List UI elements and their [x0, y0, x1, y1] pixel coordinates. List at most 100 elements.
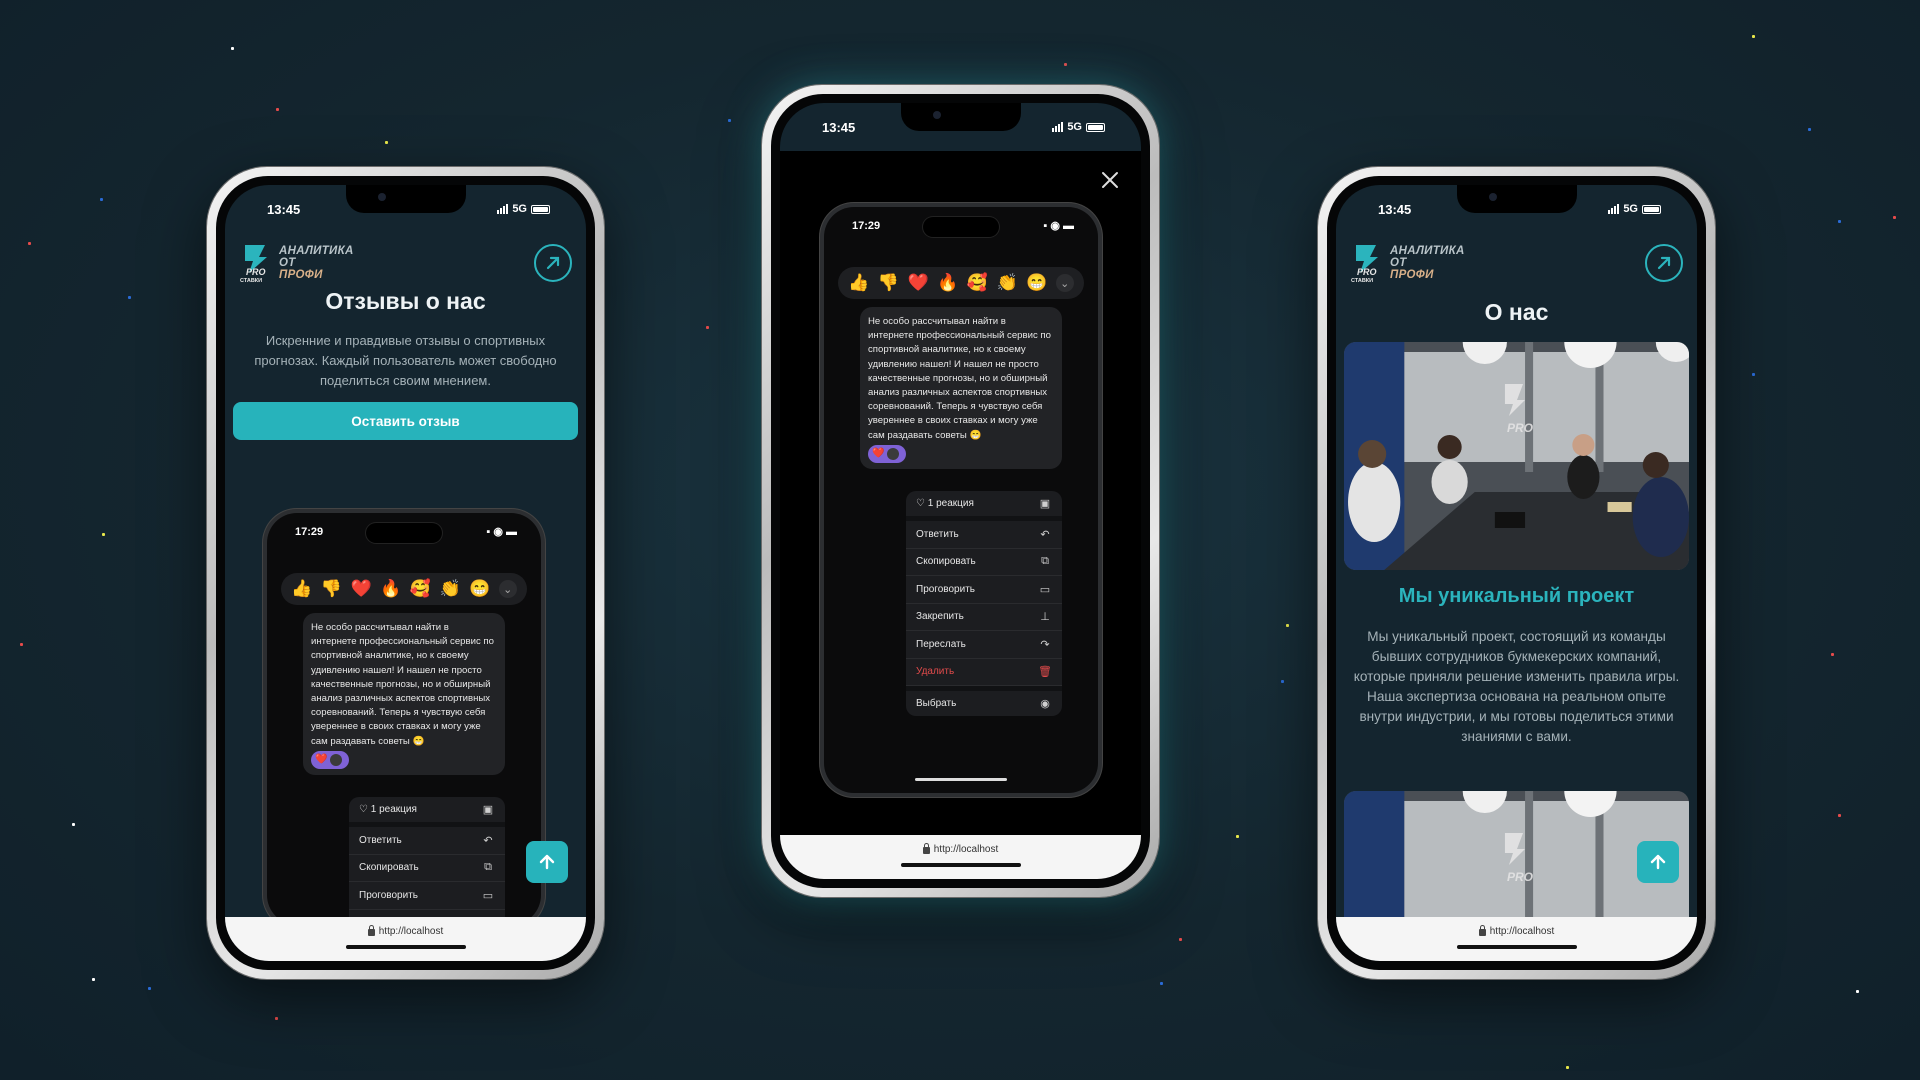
svg-text:СТАВКИ: СТАВКИ — [240, 278, 262, 283]
menu-item-pin[interactable]: Закрепить⊥ — [906, 604, 1062, 631]
copy-icon: ⧉ — [484, 861, 492, 874]
pin-icon: ⊥ — [1040, 611, 1050, 624]
menu-item-reactions[interactable]: ♡ 1 реакция ▣ — [906, 491, 1062, 521]
svg-text:PRO: PRO — [1357, 267, 1377, 277]
arrow-up-right-icon — [546, 256, 560, 270]
external-link-button[interactable] — [1645, 244, 1683, 282]
svg-text:PRO: PRO — [246, 267, 266, 277]
team-office-photo: PRO — [1344, 342, 1689, 570]
url-text: http://localhost — [378, 926, 444, 937]
signal-icon — [497, 204, 509, 214]
scroll-to-top-button[interactable] — [526, 841, 568, 883]
about-screen: 13:45 5G PRO СТАВКИ АНАЛИТИКА ОТ ПРОФИ О… — [1336, 185, 1697, 961]
chevron-down-icon[interactable]: ⌄ — [1055, 274, 1074, 292]
site-logo[interactable]: PRO СТАВКИ АНАЛИТИКА ОТ ПРОФИ — [1350, 243, 1465, 284]
logo-text: АНАЛИТИКА ОТ ПРОФИ — [1390, 245, 1465, 281]
arrow-up-icon — [539, 854, 555, 870]
browser-address-bar[interactable]: http://localhost — [225, 917, 586, 961]
thumbs-down-icon[interactable]: 👎 — [878, 273, 899, 293]
reply-icon: ↶ — [483, 834, 493, 847]
forward-icon: ↷ — [1040, 638, 1050, 651]
image-viewer-screen: 13:45 5G 17:29 ▪︎ ◉ ▬ 👍 👎 ❤️ 🔥 🥰 👏 😁 ⌄ Н… — [780, 103, 1141, 879]
menu-item-select[interactable]: Выбрать ◉ — [906, 686, 1062, 716]
arrow-up-icon — [1650, 854, 1666, 870]
review-message-text: Не особо рассчитывал найти в интернете п… — [311, 622, 494, 747]
review-screenshot-mockup: 17:29 ▪︎ ◉ ▬ 👍 👎 ❤️ 🔥 🥰 👏 😁 ⌄ Не особо ра… — [263, 509, 545, 929]
context-menu: ♡ 1 реакция ▣ Ответить ↶ Скопировать ⧉ Прог… — [906, 491, 1062, 716]
reaction-picker[interactable]: 👍 👎 ❤️ 🔥 🥰 👏 😁 ⌄ — [281, 573, 527, 605]
menu-item-reply[interactable]: Ответить ↶ — [906, 521, 1062, 549]
review-screenshot-fullsize: 17:29 ▪︎ ◉ ▬ 👍 👎 ❤️ 🔥 🥰 👏 😁 ⌄ Не особо ра… — [820, 203, 1102, 797]
thumbs-up-icon[interactable]: 👍 — [848, 273, 869, 293]
svg-text:PRO: PRO — [1507, 421, 1534, 435]
page-title: О нас — [1484, 299, 1549, 325]
status-time: 13:45 — [267, 201, 301, 217]
menu-item-forward[interactable]: Переслать ↷ — [906, 631, 1062, 659]
speak-icon: ▭ — [482, 889, 494, 902]
logo-text: АНАЛИТИКА ОТ ПРОФИ — [279, 245, 354, 281]
menu-item-speak[interactable]: Проговорить ▭ — [906, 576, 1062, 604]
lock-icon — [367, 925, 375, 936]
phone-left: 13:45 5G PRO СТАВКИ АНАЛИТИКА ОТ ПРОФИ О… — [207, 167, 604, 979]
grin-icon[interactable]: 😁 — [1026, 273, 1047, 293]
context-menu: ♡ 1 реакция ▣ Ответить ↶ Скопировать ⧉ Прог… — [349, 797, 505, 925]
menu-item-copy[interactable]: Скопировать ⧉ — [906, 549, 1062, 576]
fire-icon[interactable]: 🔥 — [380, 579, 401, 599]
page-title: Отзывы о нас — [325, 288, 486, 314]
battery-icon — [1086, 122, 1105, 132]
browser-address-bar[interactable]: http://localhost — [1336, 917, 1697, 961]
page-description: Искренние и правдивые отзывы о спортивны… — [254, 333, 557, 388]
chevron-down-icon[interactable]: ⌄ — [498, 580, 517, 598]
reply-icon: ↶ — [1040, 528, 1050, 541]
check-circle-icon: ◉ — [1040, 698, 1050, 710]
clap-icon[interactable]: 👏 — [996, 273, 1017, 293]
heart-icon[interactable]: ❤️ — [351, 579, 372, 599]
signal-icon — [1052, 122, 1064, 132]
review-message-bubble: Не особо рассчитывал найти в интернете п… — [860, 307, 1062, 469]
love-face-icon[interactable]: 🥰 — [967, 273, 988, 293]
about-description: Мы уникальный проект, состоящий из коман… — [1353, 629, 1680, 744]
copy-icon: ⧉ — [1041, 555, 1049, 568]
phone-notch — [345, 185, 466, 213]
network-label: 5G — [512, 203, 527, 215]
home-indicator — [900, 863, 1021, 867]
logo-mark-icon: PRO СТАВКИ — [1350, 243, 1384, 284]
mock-home-indicator — [915, 778, 1007, 781]
avatar-icon: ▣ — [482, 804, 494, 816]
reaction-chip[interactable]: ❤️ — [311, 750, 349, 769]
close-icon — [1102, 172, 1118, 188]
thumbs-down-icon[interactable]: 👎 — [321, 579, 342, 599]
reaction-picker[interactable]: 👍 👎 ❤️ 🔥 🥰 👏 😁 ⌄ — [838, 267, 1084, 299]
menu-item-reactions[interactable]: ♡ 1 реакция ▣ — [349, 797, 505, 827]
external-link-button[interactable] — [534, 244, 572, 282]
arrow-up-right-icon — [1657, 256, 1671, 270]
clap-icon[interactable]: 👏 — [439, 579, 460, 599]
reviews-screen: 13:45 5G PRO СТАВКИ АНАЛИТИКА ОТ ПРОФИ О… — [225, 185, 586, 961]
battery-icon — [1642, 204, 1661, 214]
menu-item-speak[interactable]: Проговорить ▭ — [349, 882, 505, 910]
heart-icon[interactable]: ❤️ — [908, 273, 929, 293]
reaction-chip[interactable]: ❤️ — [868, 444, 906, 463]
avatar-icon: ▣ — [1039, 498, 1051, 510]
scroll-to-top-button[interactable] — [1637, 841, 1679, 883]
site-header: PRO СТАВКИ АНАЛИТИКА ОТ ПРОФИ — [1350, 241, 1683, 285]
review-message-text: Не особо рассчитывал найти в интернете п… — [868, 316, 1051, 441]
grin-icon[interactable]: 😁 — [469, 579, 490, 599]
thumbs-up-icon[interactable]: 👍 — [291, 579, 312, 599]
phone-right: 13:45 5G PRO СТАВКИ АНАЛИТИКА ОТ ПРОФИ О… — [1318, 167, 1715, 979]
home-indicator — [1456, 945, 1577, 949]
battery-icon — [531, 204, 550, 214]
love-face-icon[interactable]: 🥰 — [410, 579, 431, 599]
menu-item-copy[interactable]: Скопировать ⧉ — [349, 855, 505, 882]
site-logo[interactable]: PRO СТАВКИ АНАЛИТИКА ОТ ПРОФИ — [239, 243, 354, 284]
site-header: PRO СТАВКИ АНАЛИТИКА ОТ ПРОФИ — [239, 241, 572, 285]
browser-address-bar[interactable]: http://localhost — [780, 835, 1141, 879]
menu-item-delete[interactable]: Удалить 🗑 — [906, 659, 1062, 686]
review-message-bubble: Не особо рассчитывал найти в интернете п… — [303, 613, 505, 775]
menu-item-reply[interactable]: Ответить ↶ — [349, 827, 505, 855]
close-button[interactable] — [1099, 169, 1121, 191]
leave-review-button[interactable]: Оставить отзыв — [233, 402, 578, 440]
phone-center: 13:45 5G 17:29 ▪︎ ◉ ▬ 👍 👎 ❤️ 🔥 🥰 👏 😁 ⌄ Н… — [762, 85, 1159, 897]
section-subtitle: Мы уникальный проект — [1398, 585, 1635, 607]
fire-icon[interactable]: 🔥 — [937, 273, 958, 293]
